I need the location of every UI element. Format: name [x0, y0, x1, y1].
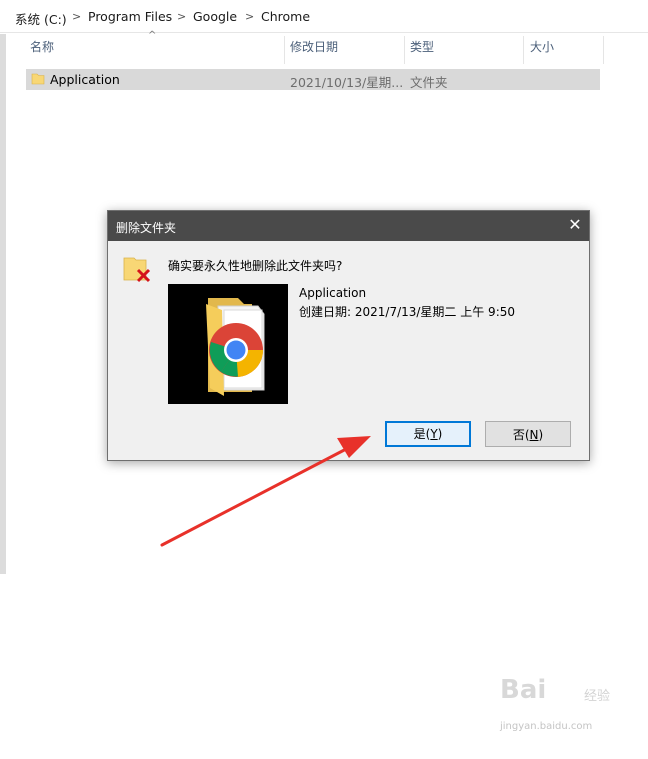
dialog-item-created-date: 创建日期: 2021/7/13/星期二 上午 9:50 [299, 305, 516, 319]
file-modified: 2021/10/13/星期... [290, 75, 404, 90]
baidu-watermark: Bai 经验 jingyan.baidu.com [498, 665, 628, 745]
no-button-label: 否 [512, 428, 525, 442]
column-header-modified[interactable]: 修改日期 [290, 38, 338, 60]
yes-button-mnemonic: Y [430, 427, 438, 441]
column-header-size[interactable]: 大小 [530, 38, 554, 60]
breadcrumb-item-drive[interactable]: 系统 (C:) [15, 9, 67, 28]
breadcrumb-separator: > [245, 10, 255, 23]
no-button-mnemonic: N [529, 428, 539, 442]
column-divider[interactable] [523, 36, 524, 64]
yes-button[interactable]: 是(Y) [385, 421, 471, 447]
column-header-name[interactable]: 名称 [30, 38, 54, 60]
dialog-title: 删除文件夹 [116, 221, 177, 235]
chrome-folder-icon [168, 284, 288, 404]
dialog-titlebar[interactable]: 删除文件夹 ✕ [108, 211, 589, 241]
column-divider[interactable] [603, 36, 604, 64]
column-header-type[interactable]: 类型 [410, 38, 434, 60]
breadcrumb-item-program-files[interactable]: Program Files [88, 9, 172, 24]
close-icon[interactable]: ✕ [564, 214, 586, 236]
breadcrumb-separator: > [177, 10, 187, 23]
column-divider[interactable] [404, 36, 405, 64]
navigation-pane-scrollbar[interactable] [0, 34, 6, 574]
breadcrumb: 系统 (C:) > Program Files > Google > Chrom… [0, 0, 648, 33]
file-name[interactable]: Application [50, 72, 120, 87]
folder-icon [31, 73, 45, 85]
sort-ascending-icon: ^ [148, 30, 157, 41]
dialog-item-name: Application [299, 286, 367, 300]
delete-folder-dialog: 删除文件夹 ✕ 确实要永久性地删除此文件夹吗? Application 创建日期… [107, 210, 590, 461]
file-type: 文件夹 [410, 75, 448, 90]
folder-delete-icon [123, 257, 151, 283]
delete-confirm-question: 确实要永久性地删除此文件夹吗? [168, 259, 343, 273]
watermark-url: jingyan.baidu.com [500, 721, 593, 732]
yes-button-label: 是 [413, 427, 426, 441]
watermark-jingyan: 经验 [584, 689, 611, 704]
watermark-brand: Bai [500, 675, 547, 705]
no-button[interactable]: 否(N) [485, 421, 571, 447]
breadcrumb-item-chrome[interactable]: Chrome [261, 9, 310, 24]
column-divider[interactable] [284, 36, 285, 64]
breadcrumb-separator: > [72, 10, 82, 23]
breadcrumb-item-google[interactable]: Google [193, 9, 237, 24]
